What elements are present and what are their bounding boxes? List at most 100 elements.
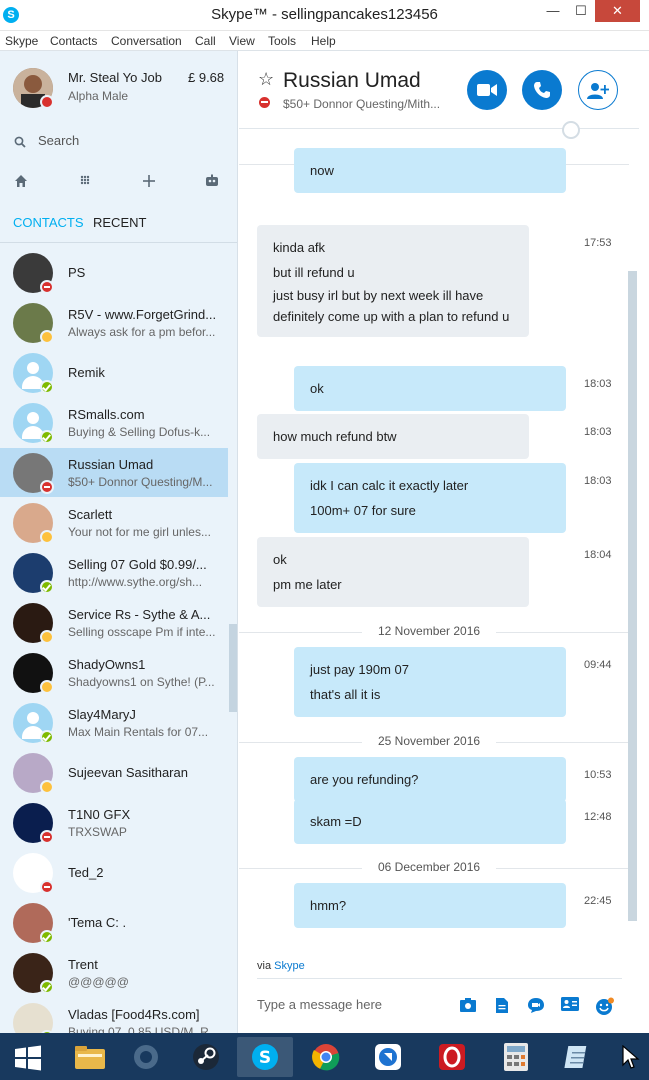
contact-item[interactable]: Sujeevan Sasitharan: [0, 748, 228, 797]
contact-avatar: [13, 1003, 53, 1033]
video-call-button[interactable]: [467, 70, 507, 110]
search-input[interactable]: Search: [38, 133, 79, 148]
message-text: are you refunding?: [310, 772, 419, 787]
send-image-icon[interactable]: [459, 997, 477, 1015]
contact-item[interactable]: Service Rs - Sythe & A... Selling osscape…: [0, 598, 228, 647]
contact-item[interactable]: ShadyOwns1 Shadyowns1 on Sythe! (P...: [0, 648, 228, 697]
outgoing-message[interactable]: are you refunding?: [294, 757, 566, 802]
contact-item[interactable]: Selling 07 Gold $0.99/... http://www.syth…: [0, 548, 228, 597]
chat-scrollbar[interactable]: [628, 271, 637, 921]
skype-taskbar-icon[interactable]: S: [237, 1037, 293, 1077]
outgoing-message[interactable]: just pay 190m 07 that's all it is: [294, 647, 566, 717]
menu-view[interactable]: View: [229, 34, 255, 48]
menu-contacts[interactable]: Contacts: [50, 34, 97, 48]
incoming-message[interactable]: kinda afk but ill refund u just busy irl b…: [257, 225, 529, 337]
message-text: just pay 190m 07: [310, 662, 410, 677]
send-file-icon[interactable]: [493, 997, 511, 1015]
contact-name: Vladas [Food4Rs.com]: [68, 1007, 200, 1022]
contact-item[interactable]: Trent @@@@@: [0, 948, 228, 997]
via-skype-link[interactable]: Skype: [274, 960, 305, 972]
contact-name: Trent: [68, 957, 98, 972]
status-busy-icon: [40, 830, 54, 844]
search-icon: [14, 136, 26, 148]
contact-name: Ted_2: [68, 865, 104, 880]
contact-item[interactable]: Slay4MaryJ Max Main Rentals for 07...: [0, 698, 228, 747]
profile-status-busy-icon: [40, 95, 54, 109]
chat-status-busy-icon: [259, 97, 270, 108]
outgoing-message[interactable]: hmm?: [294, 883, 566, 928]
incoming-message[interactable]: ok pm me later: [257, 537, 529, 607]
calculator-icon[interactable]: [488, 1037, 544, 1077]
outgoing-message[interactable]: idk I can calc it exactly later 100m+ 07 …: [294, 463, 566, 533]
contact-mood: Always ask for a pm befor...: [68, 325, 216, 339]
title-bar: S Skype™ - sellingpancakes123456 — ☐ ✕: [0, 0, 649, 31]
file-explorer-icon[interactable]: [62, 1037, 118, 1077]
chrome-icon[interactable]: [298, 1037, 354, 1077]
contact-item[interactable]: PS: [0, 248, 228, 297]
send-contact-icon[interactable]: [561, 997, 579, 1015]
dialpad-icon[interactable]: [76, 173, 94, 191]
contact-item[interactable]: Scarlett Your not for me girl unles...: [0, 498, 228, 547]
incoming-message[interactable]: how much refund btw: [257, 414, 529, 459]
contact-mood: TRXSWAP: [68, 825, 127, 839]
opera-icon[interactable]: [424, 1037, 480, 1077]
contact-item[interactable]: 'Tema C: .: [0, 898, 228, 947]
steam-icon[interactable]: [178, 1037, 234, 1077]
contact-item[interactable]: Remik: [0, 348, 228, 397]
app-blue-icon[interactable]: [360, 1037, 416, 1077]
via-prefix: via: [257, 960, 272, 972]
message-text: how much refund btw: [273, 429, 397, 444]
menu-skype[interactable]: Skype: [5, 34, 38, 48]
contact-name: Selling 07 Gold $0.99/...: [68, 557, 207, 572]
menu-tools[interactable]: Tools: [268, 34, 296, 48]
sidebar-scrollbar[interactable]: [229, 624, 237, 712]
home-icon[interactable]: [12, 173, 30, 191]
tab-divider: [0, 242, 237, 243]
windows-start-icon[interactable]: [4, 1037, 56, 1077]
contact-name: RSmalls.com: [68, 407, 145, 422]
tab-recent[interactable]: RECENT: [93, 215, 146, 230]
contact-mood: Buying 07, 0.85 USD/M, R...: [68, 1025, 219, 1033]
add-icon[interactable]: [140, 173, 158, 191]
contact-item[interactable]: T1N0 GFX TRXSWAP: [0, 798, 228, 847]
menu-help[interactable]: Help: [311, 34, 336, 48]
tab-contacts[interactable]: CONTACTS: [13, 215, 84, 230]
contact-name: Sujeevan Sasitharan: [68, 765, 188, 780]
sidebar: Mr. Steal Yo Job Alpha Male £ 9.68 Searc…: [0, 51, 238, 1033]
outgoing-message[interactable]: ok: [294, 366, 566, 411]
favorite-star-icon[interactable]: ☆: [258, 69, 274, 90]
menu-call[interactable]: Call: [195, 34, 216, 48]
chat-subtitle: $50+ Donnor Questing/Mith...: [283, 97, 441, 111]
skype-credit[interactable]: £ 9.68: [188, 70, 224, 85]
profile-name[interactable]: Mr. Steal Yo Job: [68, 70, 162, 85]
notepad-icon[interactable]: [550, 1037, 606, 1077]
outgoing-message[interactable]: skam =D: [294, 799, 566, 844]
video-message-icon[interactable]: [527, 997, 545, 1015]
menu-conversation[interactable]: Conversation: [111, 34, 182, 48]
contact-mood: @@@@@: [68, 975, 129, 989]
add-people-button[interactable]: [578, 70, 618, 110]
maximize-button[interactable]: ☐: [568, 0, 594, 22]
status-online-icon: [40, 730, 54, 744]
close-button[interactable]: ✕: [595, 0, 640, 22]
minimize-button[interactable]: —: [540, 0, 566, 22]
emoticon-icon[interactable]: [595, 997, 614, 1015]
contact-mood: Your not for me girl unles...: [68, 525, 211, 539]
contact-item[interactable]: Russian Umad $50+ Donnor Questing/M...: [0, 448, 228, 497]
message-time: 18:03: [584, 378, 612, 390]
message-text: kinda afk: [273, 240, 326, 255]
contact-item[interactable]: R5V - www.ForgetGrind... Always ask for a…: [0, 298, 228, 347]
contact-item[interactable]: RSmalls.com Buying & Selling Dofus-k...: [0, 398, 228, 447]
bot-icon[interactable]: [203, 173, 221, 191]
message-input[interactable]: Type a message here: [257, 997, 382, 1012]
contact-item[interactable]: Vladas [Food4Rs.com] Buying 07, 0.85 USD/…: [0, 998, 228, 1033]
chat-title[interactable]: Russian Umad: [283, 69, 421, 93]
outgoing-message[interactable]: now: [294, 148, 566, 193]
taskbar: S: [0, 1033, 649, 1080]
mouse-cursor-icon: [622, 1044, 640, 1074]
composer-divider: [257, 978, 622, 979]
app-circle-icon[interactable]: [121, 1037, 171, 1077]
contact-name: ShadyOwns1: [68, 657, 146, 672]
audio-call-button[interactable]: [522, 70, 562, 110]
contact-item[interactable]: Ted_2: [0, 848, 228, 897]
